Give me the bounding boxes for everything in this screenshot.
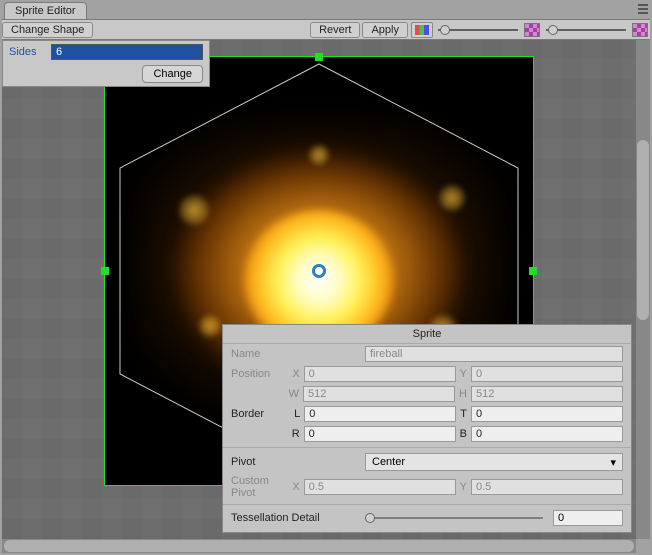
b-label: B bbox=[460, 428, 467, 440]
alpha-slider[interactable] bbox=[438, 23, 518, 37]
rgb-icon bbox=[415, 25, 429, 35]
checker-swatch-icon bbox=[524, 23, 540, 37]
x-label: X bbox=[292, 368, 299, 380]
y-label: Y bbox=[460, 368, 467, 380]
horizontal-scrollbar[interactable] bbox=[2, 539, 636, 553]
l-label: L bbox=[294, 408, 300, 420]
border-l-field[interactable] bbox=[304, 406, 456, 422]
checker-swatch2-icon bbox=[632, 23, 648, 37]
border-t-field[interactable] bbox=[471, 406, 623, 422]
tessellation-field[interactable] bbox=[553, 510, 623, 526]
rgb-preview-button[interactable] bbox=[411, 22, 433, 38]
pivot-select[interactable]: Center ▾ bbox=[365, 453, 623, 471]
dropdown-icon: ▾ bbox=[610, 456, 616, 469]
change-shape-button[interactable]: Change Shape bbox=[2, 22, 93, 38]
sprite-inspector: Sprite Name Position X Y W H Border L T bbox=[222, 324, 632, 533]
position-label: Position bbox=[231, 368, 288, 380]
border-label: Border bbox=[231, 408, 290, 420]
sides-panel: Sides Change bbox=[2, 40, 210, 87]
tessellation-slider[interactable] bbox=[365, 511, 543, 525]
pivot-label: Pivot bbox=[231, 456, 361, 468]
custom-pivot-x-field[interactable] bbox=[304, 479, 456, 495]
h-label: H bbox=[459, 388, 467, 400]
revert-button[interactable]: Revert bbox=[310, 22, 360, 38]
vertical-scrollbar[interactable] bbox=[636, 40, 650, 539]
border-r-field[interactable] bbox=[304, 426, 456, 442]
custom-pivot-label: Custom Pivot bbox=[231, 475, 288, 499]
pivot-select-value: Center bbox=[372, 456, 405, 468]
width-field[interactable] bbox=[303, 386, 455, 402]
inspector-title: Sprite bbox=[223, 325, 631, 344]
w-label: W bbox=[289, 388, 299, 400]
sides-label: Sides bbox=[9, 46, 51, 58]
name-field[interactable] bbox=[365, 346, 623, 362]
window-menu-icon[interactable] bbox=[636, 2, 650, 16]
name-label: Name bbox=[231, 348, 361, 360]
t-label: T bbox=[460, 408, 467, 420]
sides-input[interactable] bbox=[51, 44, 203, 60]
r-label: R bbox=[292, 428, 300, 440]
tab-sprite-editor[interactable]: Sprite Editor bbox=[4, 2, 87, 19]
zoom-slider[interactable] bbox=[546, 23, 626, 37]
tab-row: Sprite Editor bbox=[2, 2, 650, 20]
custom-pivot-y-field[interactable] bbox=[471, 479, 623, 495]
height-field[interactable] bbox=[471, 386, 623, 402]
position-y-field[interactable] bbox=[471, 366, 623, 382]
cp-y-label: Y bbox=[460, 481, 467, 493]
cp-x-label: X bbox=[292, 481, 299, 493]
apply-button[interactable]: Apply bbox=[362, 22, 408, 38]
border-b-field[interactable] bbox=[471, 426, 623, 442]
tessellation-label: Tessellation Detail bbox=[231, 512, 361, 524]
position-x-field[interactable] bbox=[304, 366, 456, 382]
change-button[interactable]: Change bbox=[142, 65, 203, 83]
toolbar: Change Shape Revert Apply bbox=[2, 20, 650, 40]
